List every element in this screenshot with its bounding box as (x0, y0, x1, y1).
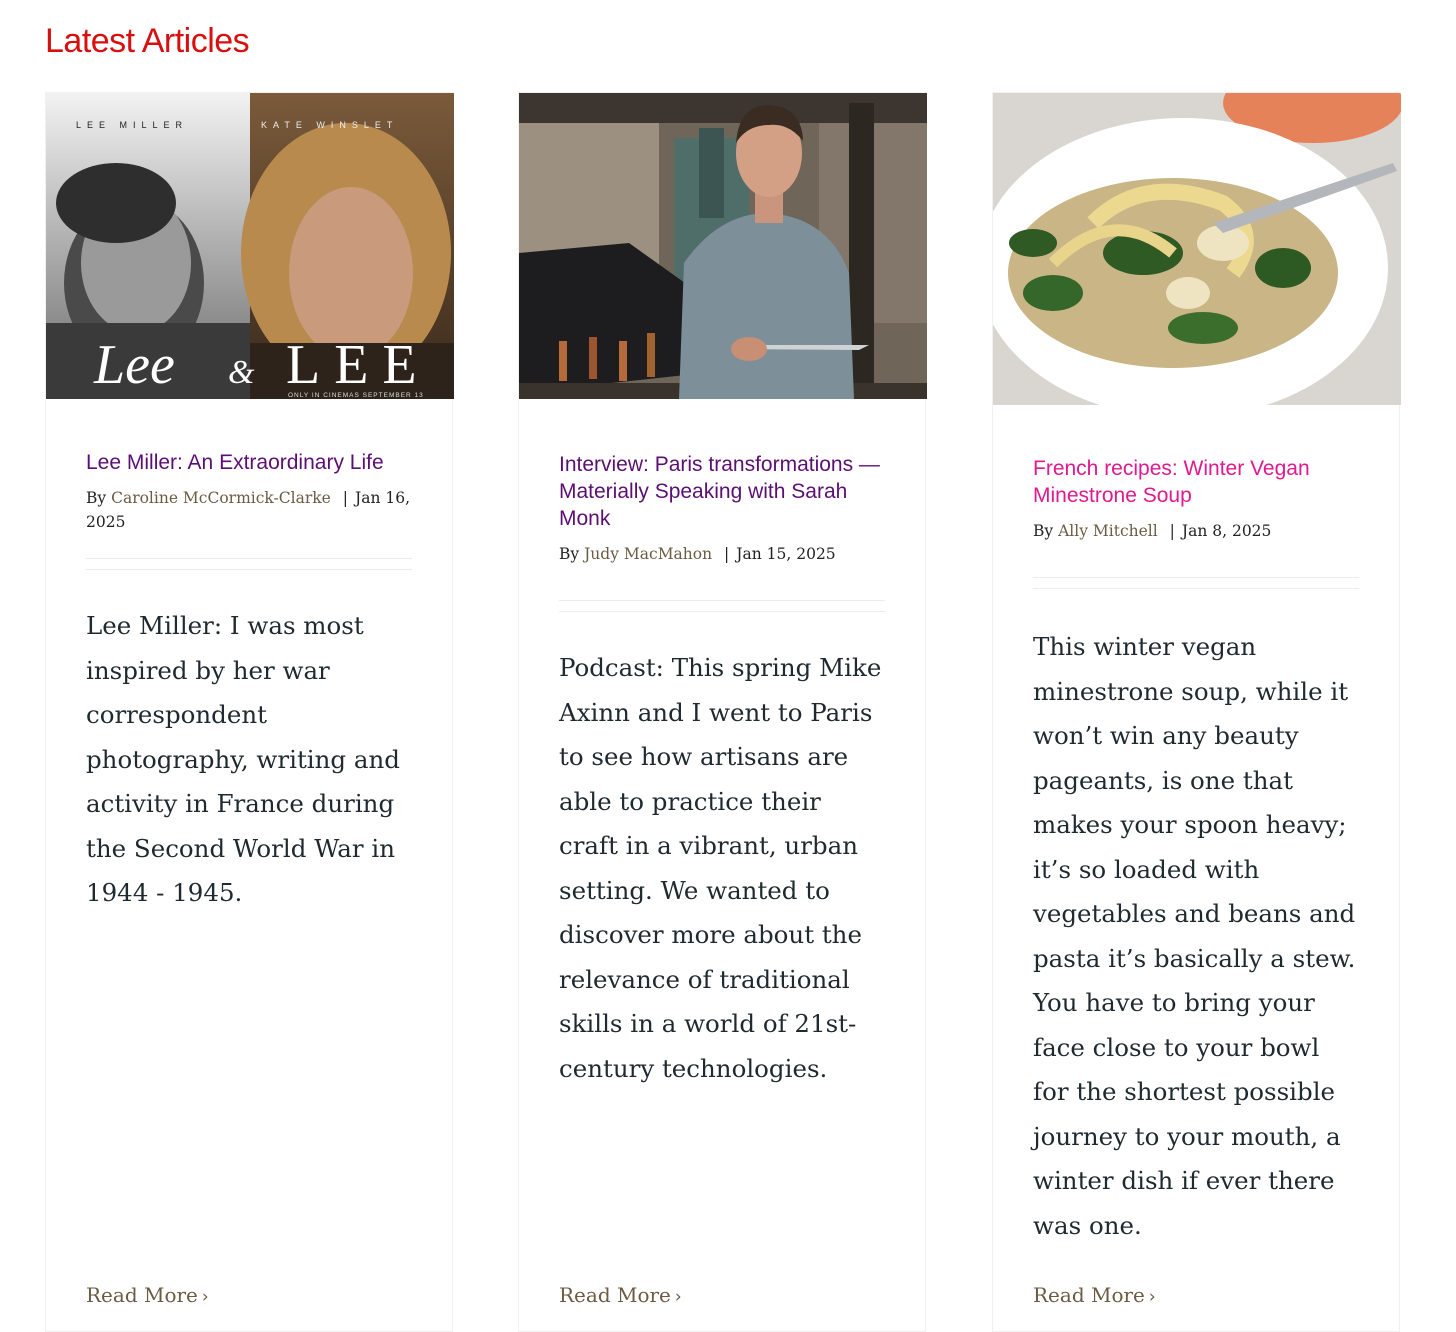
workshop-portrait-image (519, 93, 927, 399)
article-meta: By Ally Mitchell | Jan 8, 2025 (1033, 519, 1359, 543)
read-more-link[interactable]: Read More › (86, 1283, 209, 1307)
author-link[interactable]: Judy MacMahon (584, 545, 712, 563)
article-card: LEE MILLER KATE WINSLET Lee & LEE ONLY I… (45, 92, 454, 1332)
read-more-label: Read More (559, 1283, 671, 1307)
divider (559, 600, 885, 612)
poster-tagline: ONLY IN CINEMAS SEPTEMBER 13 (288, 392, 424, 399)
poster-title-left: Lee (93, 334, 175, 396)
read-more-link[interactable]: Read More › (1033, 1283, 1156, 1307)
by-label: By (1033, 522, 1054, 540)
read-more-label: Read More (1033, 1283, 1145, 1307)
poster-text-top-left: LEE MILLER (76, 120, 188, 130)
article-card: Interview: Paris transformations — Mater… (518, 92, 927, 1332)
article-thumbnail-link[interactable]: LEE MILLER KATE WINSLET Lee & LEE ONLY I… (46, 93, 454, 399)
by-label: By (86, 489, 107, 507)
post-date: Jan 8, 2025 (1181, 522, 1272, 540)
post-date: Jan 15, 2025 (736, 545, 836, 563)
article-meta: By Caroline McCormick-Clarke | Jan 16, 20… (86, 486, 412, 534)
read-more-label: Read More (86, 1283, 198, 1307)
divider (86, 558, 412, 570)
movie-poster-image: LEE MILLER KATE WINSLET Lee & LEE ONLY I… (46, 93, 454, 399)
article-thumbnail-link[interactable] (993, 93, 1401, 405)
meta-separator: | (342, 489, 348, 507)
article-title-link[interactable]: French recipes: Winter Vegan Minestrone … (1033, 455, 1359, 509)
article-meta: By Judy MacMahon | Jan 15, 2025 (559, 542, 885, 566)
article-card: French recipes: Winter Vegan Minestrone … (992, 92, 1401, 1332)
article-thumbnail-link[interactable] (519, 93, 927, 399)
meta-separator: | (724, 545, 730, 563)
chevron-right-icon: › (1148, 1287, 1156, 1307)
author-link[interactable]: Ally Mitchell (1058, 522, 1158, 540)
chevron-right-icon: › (674, 1287, 682, 1307)
author-link[interactable]: Caroline McCormick-Clarke (111, 489, 331, 507)
poster-title-amp: & (228, 354, 255, 391)
by-label: By (559, 545, 580, 563)
chevron-right-icon: › (201, 1287, 209, 1307)
article-title-link[interactable]: Interview: Paris transformations — Mater… (559, 451, 885, 532)
divider (1033, 577, 1359, 589)
article-excerpt: Podcast: This spring Mike Axinn and I we… (559, 653, 882, 1083)
section-title: Latest Articles (45, 22, 250, 60)
article-title-link[interactable]: Lee Miller: An Extraordinary Life (86, 449, 412, 476)
article-excerpt: This winter vegan minestrone soup, while… (1033, 632, 1356, 1240)
read-more-link[interactable]: Read More › (559, 1283, 682, 1307)
meta-separator: | (1169, 522, 1175, 540)
article-excerpt: Lee Miller: I was most inspired by her w… (86, 611, 400, 907)
poster-title-right: LEE (286, 334, 431, 396)
minestrone-soup-image (993, 93, 1401, 405)
poster-text-top-right: KATE WINSLET (261, 120, 398, 130)
